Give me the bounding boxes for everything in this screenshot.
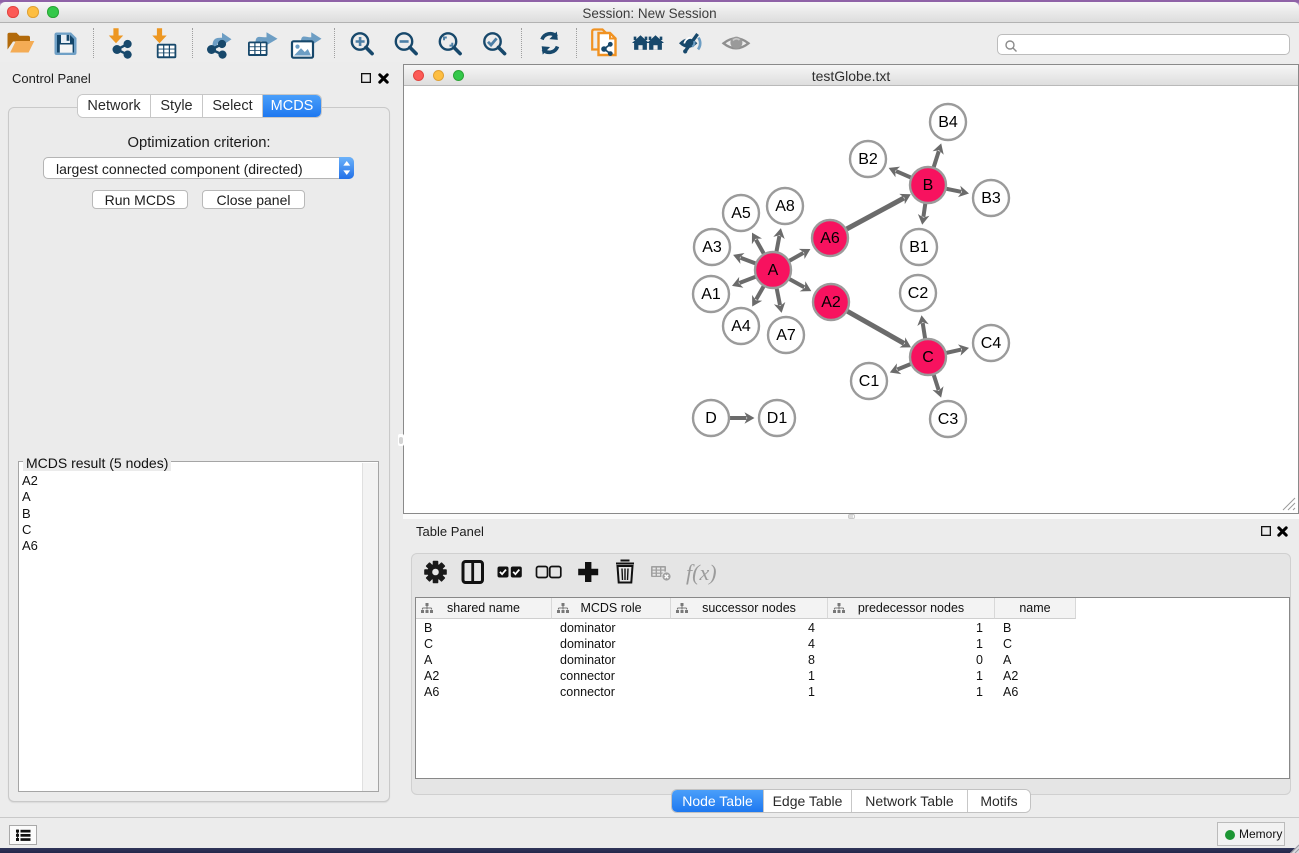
svg-text:B2: B2 bbox=[858, 151, 878, 168]
svg-text:A6: A6 bbox=[820, 230, 840, 247]
svg-text:A1: A1 bbox=[701, 286, 721, 303]
svg-text:A5: A5 bbox=[731, 205, 751, 222]
svg-text:C1: C1 bbox=[859, 373, 880, 390]
svg-text:B3: B3 bbox=[981, 190, 1001, 207]
svg-text:A7: A7 bbox=[776, 327, 796, 344]
svg-text:C: C bbox=[922, 349, 934, 366]
svg-text:f(x): f(x) bbox=[686, 560, 717, 585]
svg-text:C2: C2 bbox=[908, 285, 929, 302]
svg-text:C3: C3 bbox=[938, 411, 959, 428]
svg-text:D1: D1 bbox=[767, 410, 788, 427]
svg-text:A: A bbox=[768, 262, 779, 279]
svg-text:A2: A2 bbox=[821, 294, 841, 311]
svg-text:B1: B1 bbox=[909, 239, 929, 256]
svg-text:A4: A4 bbox=[731, 318, 751, 335]
svg-text:C4: C4 bbox=[981, 335, 1002, 352]
svg-text:B4: B4 bbox=[938, 114, 958, 131]
svg-text:D: D bbox=[705, 410, 717, 427]
svg-text:A3: A3 bbox=[702, 239, 722, 256]
svg-text:A8: A8 bbox=[775, 198, 795, 215]
svg-text:B: B bbox=[923, 177, 934, 194]
